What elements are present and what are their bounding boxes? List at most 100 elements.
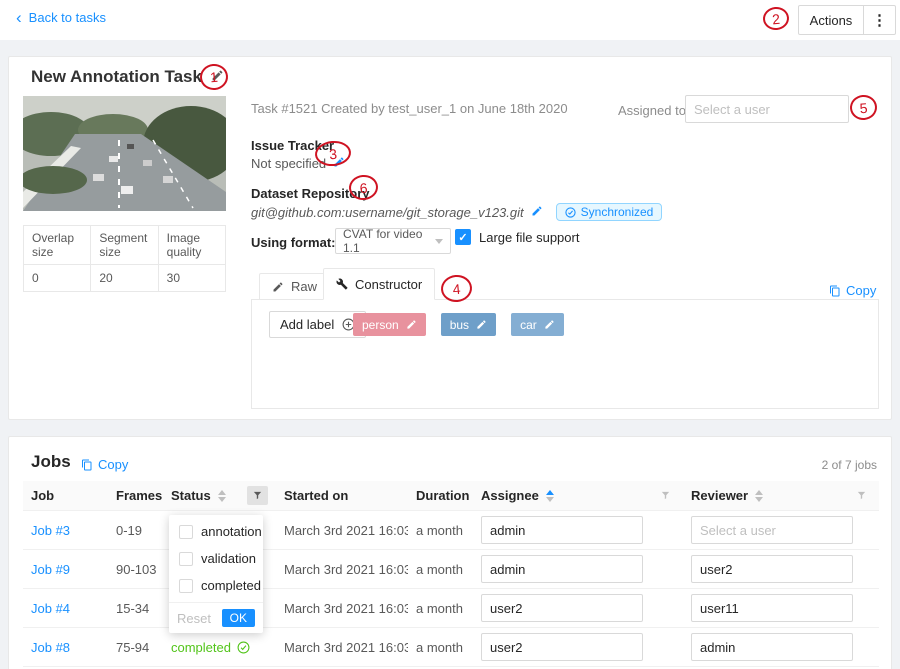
frames-cell: 75-94 xyxy=(108,640,163,655)
jobs-card: Jobs Copy 2 of 7 jobs Job Frames Status … xyxy=(8,436,892,669)
label-chip-person[interactable]: person xyxy=(353,313,426,336)
actions-button[interactable]: Actions xyxy=(798,5,864,35)
started-cell: March 3rd 2021 16:03 xyxy=(276,523,408,538)
filter-assignee-icon[interactable] xyxy=(660,490,671,501)
assignee-input[interactable] xyxy=(481,594,643,622)
tab-raw[interactable]: Raw xyxy=(259,273,330,300)
assignee-select-input[interactable] xyxy=(685,95,849,123)
large-file-checkbox[interactable]: ✓ xyxy=(455,229,471,245)
status-cell: completed xyxy=(163,640,276,655)
pencil-icon[interactable] xyxy=(406,319,417,330)
filter-reset-button[interactable]: Reset xyxy=(177,611,211,626)
pencil-icon[interactable] xyxy=(476,319,487,330)
job-link[interactable]: Job #8 xyxy=(31,640,70,655)
param-value: 0 xyxy=(24,265,91,292)
param-value: 20 xyxy=(91,265,158,292)
sort-assignee-icon[interactable] xyxy=(546,490,554,502)
label-chips: person bus car xyxy=(353,313,564,336)
dataset-repository-row: git@github.com:username/git_storage_v123… xyxy=(251,203,662,221)
build-icon xyxy=(336,278,348,290)
column-header-reviewer: Reviewer xyxy=(683,488,879,503)
checkbox-icon[interactable] xyxy=(179,525,193,539)
job-link[interactable]: Job #3 xyxy=(31,523,70,538)
assignee-input[interactable] xyxy=(481,555,643,583)
filter-option-label: validation xyxy=(201,551,256,566)
task-preview-image xyxy=(23,96,226,211)
jobs-count: 2 of 7 jobs xyxy=(822,458,877,472)
duration-cell: a month xyxy=(408,601,473,616)
table-row: Job #3 0-19 March 3rd 2021 16:03 a month xyxy=(23,511,879,550)
add-label-text: Add label xyxy=(280,317,334,332)
filter-option-label: completed xyxy=(201,578,261,593)
assignee-input[interactable] xyxy=(481,633,643,661)
reviewer-input[interactable] xyxy=(691,516,853,544)
column-header-duration: Duration xyxy=(408,488,473,503)
add-label-button[interactable]: Add label xyxy=(269,311,366,338)
edit-repository-icon[interactable] xyxy=(531,205,543,220)
checkbox-icon[interactable] xyxy=(179,579,193,593)
checkbox-icon[interactable] xyxy=(179,552,193,566)
reviewer-input[interactable] xyxy=(691,594,853,622)
status-header-text: Status xyxy=(171,488,211,503)
assignee-header-text: Assignee xyxy=(481,488,539,503)
status-badge: completed xyxy=(171,640,250,655)
kebab-icon: ⋮ xyxy=(872,11,887,29)
task-params-table: Overlap size Segment size Image quality … xyxy=(23,225,226,292)
using-format-label: Using format: xyxy=(251,235,336,250)
copy-jobs-text: Copy xyxy=(98,457,128,472)
filter-option-completed[interactable]: completed xyxy=(169,572,263,599)
pencil-icon xyxy=(272,281,284,293)
task-meta: Task #1521 Created by test_user_1 on Jun… xyxy=(251,101,568,116)
issue-tracker-text: Not specified xyxy=(251,156,326,171)
label-chip-text: person xyxy=(362,318,399,332)
param-header: Image quality xyxy=(158,226,225,265)
duration-cell: a month xyxy=(408,640,473,655)
table-row: Job #4 15-34 March 3rd 2021 16:03 a mont… xyxy=(23,589,879,628)
sync-status-text: Synchronized xyxy=(581,205,654,219)
frames-cell: 15-34 xyxy=(108,601,163,616)
job-link[interactable]: Job #4 xyxy=(31,601,70,616)
reviewer-input[interactable] xyxy=(691,555,853,583)
large-file-label: Large file support xyxy=(479,230,579,245)
pencil-icon[interactable] xyxy=(544,319,555,330)
sync-status-badge: Synchronized xyxy=(556,203,663,221)
repository-url: git@github.com:username/git_storage_v123… xyxy=(251,205,524,220)
back-to-tasks-link[interactable]: ‹ Back to tasks xyxy=(16,10,106,25)
jobs-table-header: Job Frames Status Started on Duration As… xyxy=(23,481,879,511)
chevron-left-icon: ‹ xyxy=(16,11,22,25)
filter-option-label: annotation xyxy=(201,524,262,539)
back-label: Back to tasks xyxy=(29,10,106,25)
param-header: Segment size xyxy=(91,226,158,265)
task-details-card: New Annotation Task xyxy=(8,56,892,420)
assignee-input[interactable] xyxy=(481,516,643,544)
copy-icon xyxy=(829,285,841,297)
filter-reviewer-icon[interactable] xyxy=(856,490,867,501)
sort-reviewer-icon[interactable] xyxy=(755,490,763,502)
filter-option-annotation[interactable]: annotation xyxy=(169,518,263,545)
reviewer-header-text: Reviewer xyxy=(691,488,748,503)
started-cell: March 3rd 2021 16:03 xyxy=(276,640,408,655)
job-link[interactable]: Job #9 xyxy=(31,562,70,577)
filter-option-validation[interactable]: validation xyxy=(169,545,263,572)
chevron-down-icon xyxy=(435,239,443,244)
more-menu-button[interactable]: ⋮ xyxy=(864,5,896,35)
format-select[interactable]: CVAT for video 1.1 xyxy=(335,228,451,254)
filter-ok-button[interactable]: OK xyxy=(222,609,255,627)
filter-status-icon[interactable] xyxy=(247,486,268,505)
format-value: CVAT for video 1.1 xyxy=(343,227,435,255)
reviewer-input[interactable] xyxy=(691,633,853,661)
started-cell: March 3rd 2021 16:03 xyxy=(276,562,408,577)
copy-labels-link[interactable]: Copy xyxy=(829,283,876,298)
tab-constructor[interactable]: Constructor xyxy=(323,268,435,300)
sort-status-icon[interactable] xyxy=(218,490,226,502)
cvat-task-page: ‹ Back to tasks Actions ⋮ New Annotation… xyxy=(0,0,900,669)
label-chip-bus[interactable]: bus xyxy=(441,313,496,336)
task-title-text: New Annotation Task xyxy=(31,67,202,87)
table-row: Job #8 75-94 completed March 3rd 2021 16… xyxy=(23,628,879,667)
frames-cell: 90-103 xyxy=(108,562,163,577)
jobs-title: Jobs xyxy=(31,452,71,472)
copy-jobs-link[interactable]: Copy xyxy=(81,457,128,472)
label-chip-car[interactable]: car xyxy=(511,313,564,336)
actions-group: Actions ⋮ xyxy=(798,5,896,35)
label-chip-text: bus xyxy=(450,318,469,332)
